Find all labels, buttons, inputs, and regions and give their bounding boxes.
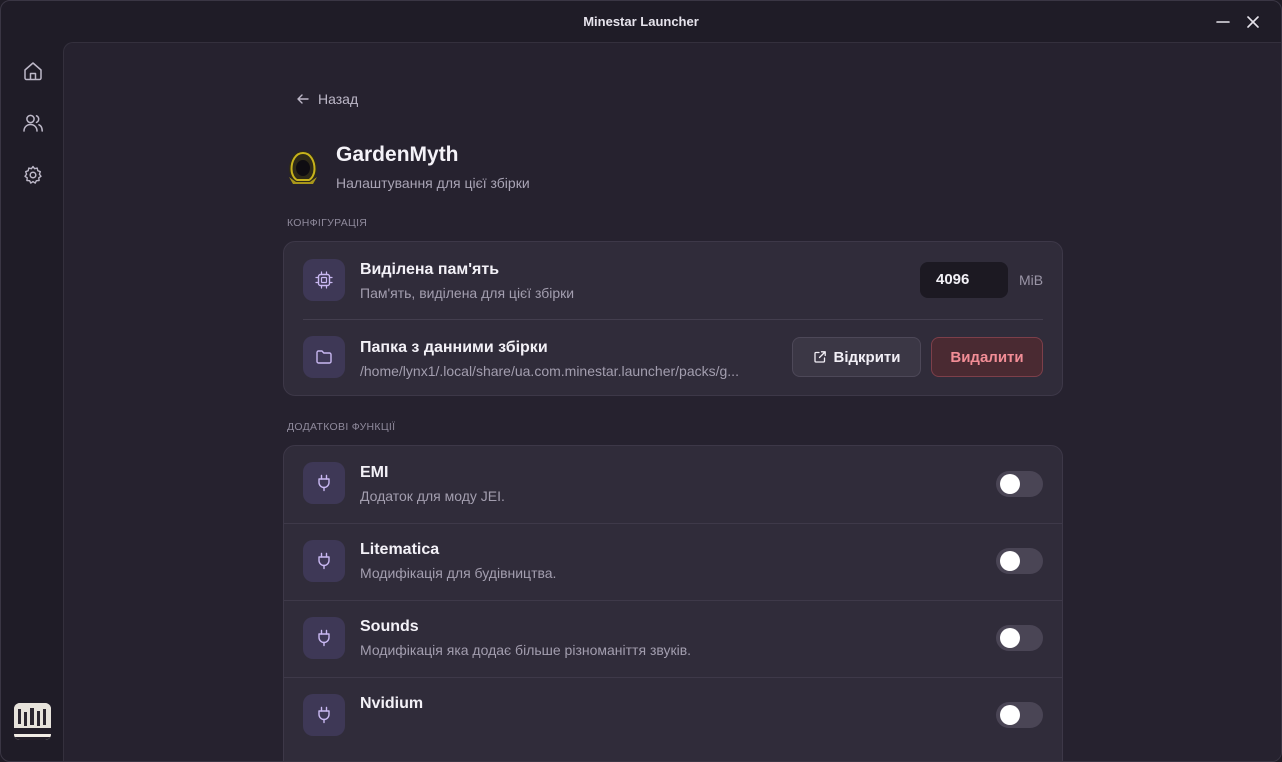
memory-row: Виділена пам'ять Пам'ять, виділена для ц… (284, 242, 1062, 319)
nav-users-button[interactable] (20, 110, 46, 136)
extra-row-sounds: Sounds Модифікація яка додає більше різн… (284, 601, 1062, 677)
hooded-figure-icon (289, 151, 317, 184)
memory-title: Виділена пам'ять (360, 261, 500, 278)
toggle-knob (1000, 628, 1020, 648)
extra-description: Додаток для моду JEI. (360, 488, 505, 504)
extras-card: EMI Додаток для моду JEI. Litematica Мод… (283, 445, 1063, 761)
main-content: Назад GardenMyth Налаштування для цієї з… (63, 42, 1281, 761)
section-label-config: Конфігурація (287, 217, 368, 229)
emi-toggle[interactable] (996, 471, 1043, 497)
pack-subtitle: Налаштування для цієї збірки (336, 175, 530, 191)
minimize-button[interactable] (1212, 11, 1234, 33)
avatar[interactable] (14, 703, 51, 740)
delete-folder-label: Видалити (950, 348, 1024, 366)
extra-row-litematica: Litematica Модифікація для будівництва. (284, 524, 1062, 600)
avatar-image (14, 703, 51, 740)
extra-title: Litematica (360, 541, 440, 558)
back-label: Назад (318, 91, 359, 107)
nav-settings-button[interactable] (20, 162, 46, 188)
memory-unit: MiB (1019, 272, 1044, 288)
extra-title: Nvidium (360, 695, 424, 712)
pack-icon (283, 147, 323, 187)
title-bar: Minestar Launcher (1, 1, 1281, 43)
toggle-knob (1000, 705, 1020, 725)
chip-icon (315, 271, 333, 289)
close-button[interactable] (1242, 11, 1264, 33)
close-icon (1247, 16, 1259, 28)
extra-title: EMI (360, 464, 389, 481)
folder-icon-box (303, 336, 345, 378)
app-window: Minestar Launcher Назад GardenMyth Налаш… (0, 0, 1282, 762)
memory-input[interactable]: 4096 (920, 262, 1008, 298)
folder-title: Папка з данними збірки (360, 339, 548, 356)
plugin-icon-box (303, 540, 345, 582)
plugin-icon-box (303, 694, 345, 736)
litematica-toggle[interactable] (996, 548, 1043, 574)
folder-path: /home/lynx1/.local/share/ua.com.minestar… (360, 363, 739, 379)
nvidium-toggle[interactable] (996, 702, 1043, 728)
config-card: Виділена пам'ять Пам'ять, виділена для ц… (283, 241, 1063, 396)
plug-icon (318, 629, 330, 647)
section-label-extras: Додаткові функції (287, 421, 396, 433)
external-link-icon (813, 351, 826, 363)
extra-title: Sounds (360, 618, 419, 635)
open-folder-button[interactable]: Відкрити (792, 337, 921, 377)
plug-icon (318, 706, 330, 724)
extra-description: Модифікація яка додає більше різноманітт… (360, 642, 692, 658)
folder-icon (316, 350, 332, 364)
home-icon (24, 62, 42, 81)
plugin-icon-box (303, 462, 345, 504)
sidebar (1, 43, 63, 761)
sounds-toggle[interactable] (996, 625, 1043, 651)
delete-folder-button[interactable]: Видалити (931, 337, 1043, 377)
plug-icon (318, 552, 330, 570)
extra-description: Модифікація для будівництва. (360, 565, 557, 581)
users-icon (23, 114, 43, 132)
plugin-icon-box (303, 617, 345, 659)
minimize-icon (1216, 21, 1230, 23)
gear-icon (24, 165, 42, 184)
window-title: Minestar Launcher (583, 14, 699, 29)
arrow-left-icon (297, 94, 309, 104)
toggle-knob (1000, 474, 1020, 494)
extra-row-nvidium: Nvidium (284, 678, 1062, 761)
back-link[interactable]: Назад (296, 91, 358, 107)
plug-icon (318, 474, 330, 492)
pack-title: GardenMyth (336, 143, 459, 166)
toggle-knob (1000, 551, 1020, 571)
nav-home-button[interactable] (20, 58, 46, 84)
memory-description: Пам'ять, виділена для цієї збірки (360, 285, 575, 301)
extra-row-emi: EMI Додаток для моду JEI. (284, 446, 1062, 523)
memory-icon-box (303, 259, 345, 301)
open-folder-label: Відкрити (833, 348, 901, 366)
